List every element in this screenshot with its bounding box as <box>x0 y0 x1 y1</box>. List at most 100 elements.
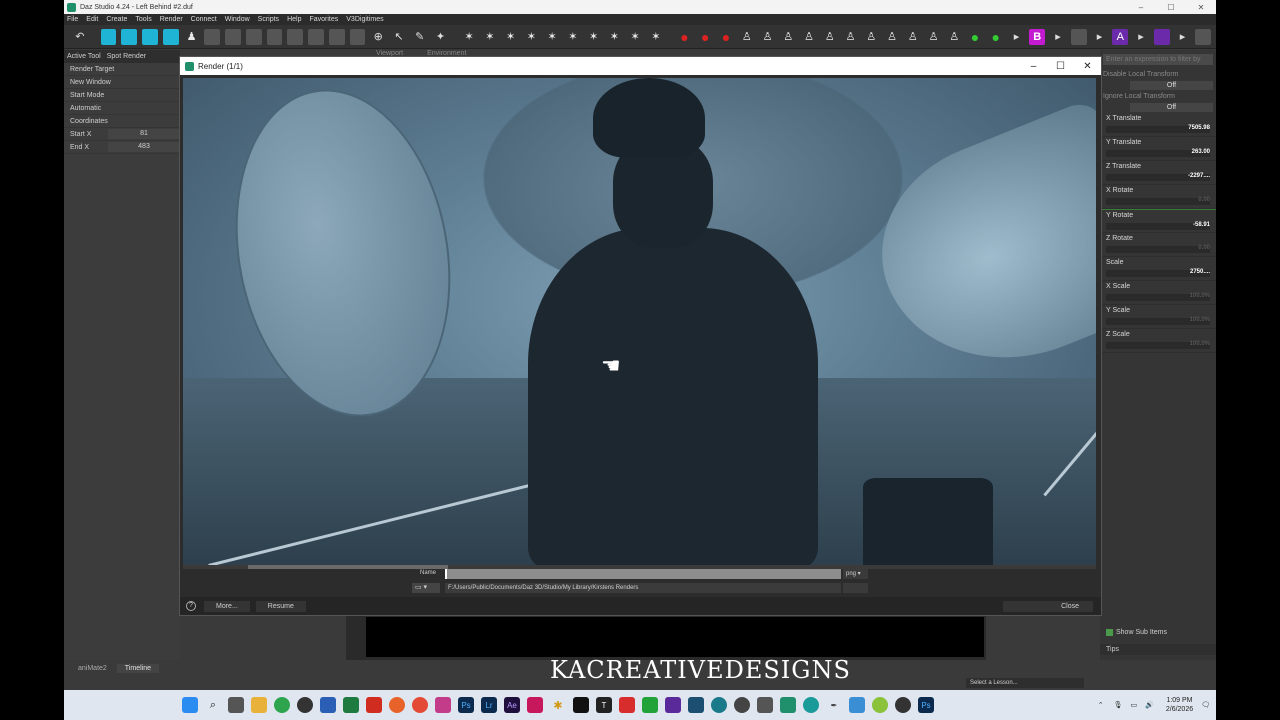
menu-create[interactable]: Create <box>106 16 127 23</box>
slider-value[interactable]: -58.91 <box>1193 222 1210 228</box>
start-x-field[interactable]: 81 <box>108 129 180 139</box>
task-view-icon[interactable] <box>228 697 244 713</box>
portrait-icon[interactable] <box>245 28 262 45</box>
scale-slider[interactable]: Scale 2750.... <box>1100 257 1216 281</box>
format-dropdown[interactable]: png ▾ <box>843 569 868 579</box>
pose-icon[interactable]: ✶ <box>586 29 602 45</box>
menu-edit[interactable]: Edit <box>86 16 98 23</box>
app-icon[interactable] <box>803 697 819 713</box>
portrait-icon[interactable] <box>204 28 221 45</box>
more-arrow-icon[interactable]: ▸ <box>1092 29 1108 45</box>
daz-studio-icon[interactable] <box>780 697 796 713</box>
render-maximize-button[interactable]: ☐ <box>1047 61 1074 72</box>
slider-value[interactable]: 100.0% <box>1190 317 1210 323</box>
app-icon[interactable] <box>688 697 704 713</box>
t-app-icon[interactable]: T <box>596 697 612 713</box>
red-figure-icon[interactable]: ● <box>677 29 693 45</box>
app-icon[interactable] <box>895 697 911 713</box>
slider-value[interactable]: 2750.... <box>1190 269 1210 275</box>
body-figure-icon[interactable]: ♙ <box>739 29 755 45</box>
render-close-x-button[interactable]: ✕ <box>1074 61 1101 72</box>
menu-help[interactable]: Help <box>287 16 301 23</box>
volume-icon[interactable]: 🔊 <box>1145 701 1154 709</box>
pose-icon[interactable]: ✶ <box>544 29 560 45</box>
render-preset-icon[interactable] <box>142 28 158 45</box>
slider-value[interactable]: 7505.98 <box>1188 125 1210 131</box>
app-icon[interactable] <box>872 697 888 713</box>
green-figure-icon[interactable]: ● <box>988 29 1004 45</box>
more-arrow-icon[interactable]: ▸ <box>1133 29 1149 45</box>
slider-value[interactable]: 100.0% <box>1190 293 1210 299</box>
setting-row[interactable]: End X 483 <box>64 141 180 154</box>
app-icon[interactable] <box>734 697 750 713</box>
body-figure-icon[interactable]: ♙ <box>884 29 900 45</box>
b-plugin-icon[interactable]: B <box>1029 28 1046 45</box>
chrome-icon[interactable] <box>412 697 428 713</box>
portrait-icon[interactable] <box>308 28 324 45</box>
browse-button[interactable] <box>843 583 868 593</box>
x-scale-slider[interactable]: X Scale 100.0% <box>1100 281 1216 305</box>
rotate-icon[interactable]: ✦ <box>433 29 449 45</box>
pose-tool-icon[interactable]: ✎ <box>412 29 428 45</box>
body-figure-icon[interactable]: ♙ <box>760 29 776 45</box>
slider-track[interactable] <box>1106 246 1210 253</box>
setting-row[interactable]: Start X 81 <box>64 128 180 141</box>
search-icon[interactable]: ⌕ <box>205 697 221 713</box>
body-figure-icon[interactable]: ♙ <box>822 29 838 45</box>
file-explorer-icon[interactable] <box>251 697 267 713</box>
body-figure-icon[interactable]: ♙ <box>780 29 796 45</box>
red-figure-icon[interactable]: ● <box>718 29 734 45</box>
menu-file[interactable]: File <box>67 16 78 23</box>
more-arrow-icon[interactable]: ▸ <box>1009 29 1025 45</box>
a-plugin-icon[interactable]: A <box>1112 28 1129 45</box>
globe-icon[interactable] <box>711 697 727 713</box>
lesson-dropdown[interactable]: Select a Lesson... <box>966 678 1084 688</box>
pointer-icon[interactable]: ↖ <box>391 29 407 45</box>
body-figure-icon[interactable]: ♙ <box>926 29 942 45</box>
slider-value[interactable]: 263.00 <box>1192 149 1210 155</box>
menu-render[interactable]: Render <box>160 16 183 23</box>
setting-row[interactable]: New Window <box>64 76 180 89</box>
app-icon[interactable] <box>849 697 865 713</box>
end-x-field[interactable]: 483 <box>108 142 180 152</box>
excel-icon[interactable] <box>343 697 359 713</box>
alien-icon[interactable] <box>297 697 313 713</box>
render-preset-icon[interactable] <box>100 28 117 45</box>
body-figure-icon[interactable]: ♙ <box>843 29 859 45</box>
x-rotate-slider[interactable]: X Rotate 0.00 <box>1100 185 1216 209</box>
tab-tips[interactable]: Tips <box>1100 644 1216 655</box>
render-preset-icon[interactable] <box>121 28 138 45</box>
pose-icon[interactable]: ✶ <box>627 29 643 45</box>
green-figure-icon[interactable]: ● <box>967 29 983 45</box>
pose-icon[interactable]: ✶ <box>607 29 623 45</box>
slider-value[interactable]: 100.0% <box>1190 341 1210 347</box>
start-icon[interactable] <box>182 697 198 713</box>
close-button[interactable]: Close <box>1003 600 1093 612</box>
slider-track[interactable] <box>1106 198 1210 205</box>
portrait-icon[interactable] <box>225 28 241 45</box>
network-icon[interactable]: ▭ <box>1131 701 1138 709</box>
menu-v3digitimes[interactable]: V3Digitimes <box>346 16 383 23</box>
terminal-icon[interactable] <box>573 697 589 713</box>
menu-connect[interactable]: Connect <box>191 16 217 23</box>
move-icon[interactable]: ⊕ <box>370 29 386 45</box>
y-scale-slider[interactable]: Y Scale 100.0% <box>1100 305 1216 329</box>
maximize-button[interactable]: ☐ <box>1156 3 1186 12</box>
app-icon[interactable] <box>619 697 635 713</box>
help-icon[interactable]: ? <box>186 601 196 611</box>
body-figure-icon[interactable]: ♙ <box>946 29 962 45</box>
tab-animate2[interactable]: aniMate2 <box>70 664 115 673</box>
plugin-icon[interactable] <box>1070 28 1087 45</box>
plugin-icon[interactable] <box>1195 28 1212 45</box>
menu-window[interactable]: Window <box>225 16 250 23</box>
app-icon[interactable] <box>665 697 681 713</box>
y-rotate-slider[interactable]: Y Rotate -58.91 <box>1100 209 1216 233</box>
portrait-icon[interactable] <box>328 28 345 45</box>
filter-input[interactable]: Enter an expression to filter by <box>1103 54 1213 65</box>
firefox-icon[interactable] <box>389 697 405 713</box>
body-figure-icon[interactable]: ♙ <box>905 29 921 45</box>
setting-row[interactable]: Start Mode <box>64 89 180 102</box>
app-icon[interactable] <box>642 697 658 713</box>
figure-icon[interactable]: ♟ <box>184 29 200 45</box>
setting-row[interactable]: Automatic <box>64 102 180 115</box>
